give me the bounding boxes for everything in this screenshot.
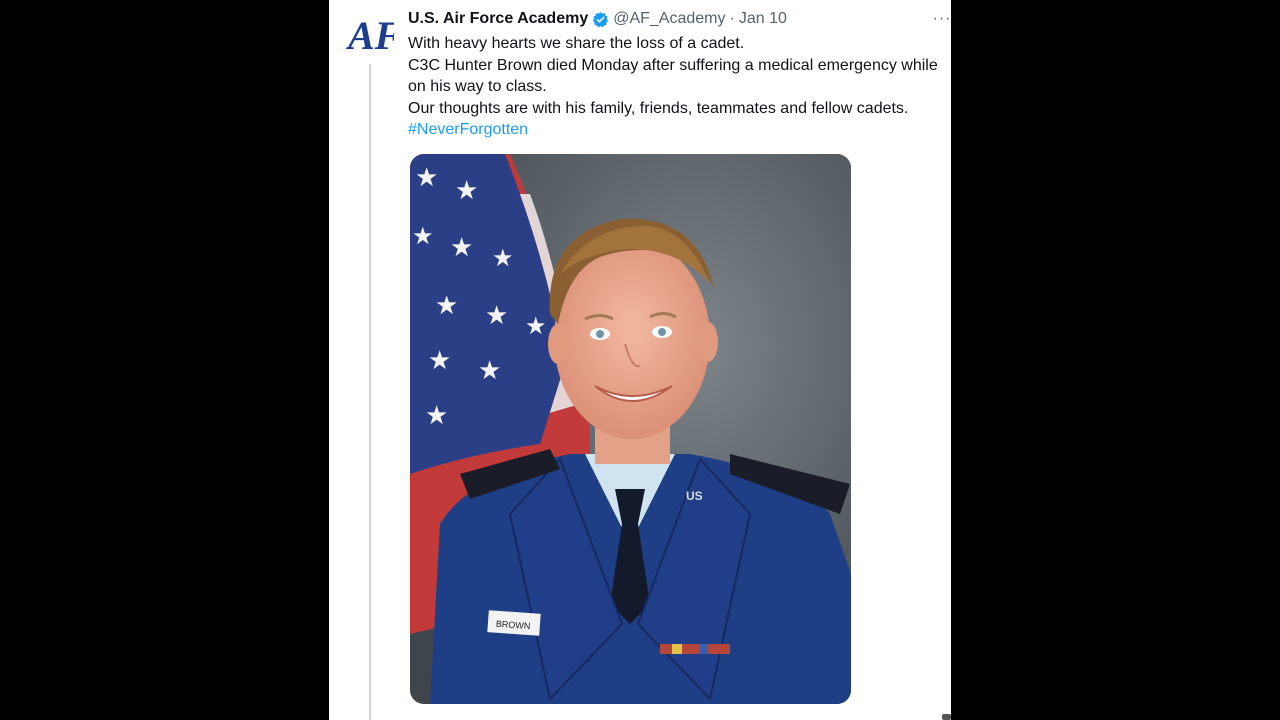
- tweet-text-line: Our thoughts are with his family, friend…: [408, 99, 909, 117]
- scrollbar-thumb[interactable]: [942, 714, 951, 720]
- handle[interactable]: @AF_Academy: [613, 10, 725, 28]
- svg-text:★: ★: [412, 223, 434, 250]
- svg-text:★: ★: [485, 300, 508, 330]
- air-force-academy-logo: AF: [345, 13, 402, 58]
- thread-line: [369, 64, 371, 720]
- svg-text:★: ★: [450, 232, 473, 262]
- tweet-text-line: With heavy hearts we share the loss of a…: [408, 35, 745, 52]
- svg-text:★: ★: [525, 313, 547, 340]
- tweet-header: U.S. Air Force Academy @AF_Academy · Jan…: [408, 8, 951, 30]
- tweet-text-line: C3C Hunter Brown died Monday after suffe…: [408, 56, 938, 96]
- uniform: BROWN US: [430, 449, 851, 704]
- tweet-date[interactable]: Jan 10: [739, 10, 787, 28]
- avatar[interactable]: AF: [345, 9, 402, 59]
- cadet-portrait-image: ★ ★ ★ ★ ★ ★ ★ ★ ★ ★ ★ BROWN US: [410, 154, 851, 704]
- hashtag-link[interactable]: #NeverForgotten: [408, 119, 948, 141]
- display-name[interactable]: U.S. Air Force Academy: [408, 10, 588, 28]
- svg-text:★: ★: [455, 175, 478, 205]
- svg-text:★: ★: [435, 290, 458, 320]
- svg-text:★: ★: [425, 400, 448, 430]
- verified-badge-icon: [592, 11, 609, 28]
- tweet-text: With heavy hearts we share the loss of a…: [408, 33, 948, 141]
- more-options-icon[interactable]: ···: [933, 8, 951, 30]
- svg-text:★: ★: [428, 345, 451, 375]
- tweet-photo[interactable]: ★ ★ ★ ★ ★ ★ ★ ★ ★ ★ ★ BROWN US: [410, 154, 851, 704]
- collar-insignia: US: [686, 489, 703, 503]
- svg-text:★: ★: [492, 245, 514, 272]
- separator-dot: ·: [729, 10, 735, 27]
- svg-text:★: ★: [415, 162, 438, 192]
- tweet-panel: AF U.S. Air Force Academy @AF_Academy · …: [329, 0, 951, 720]
- avatar-logo-text: AF: [346, 13, 394, 58]
- svg-text:★: ★: [478, 355, 501, 385]
